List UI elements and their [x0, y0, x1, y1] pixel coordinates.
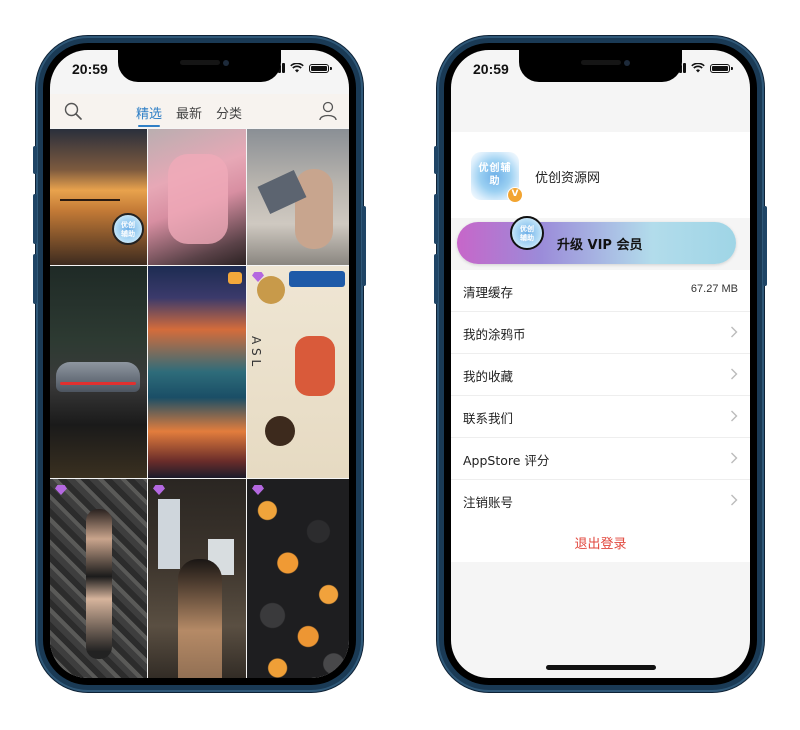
watermark-logo: 优创辅助: [510, 216, 544, 250]
menu-item-label: 我的收藏: [463, 369, 514, 384]
chevron-right-icon: [731, 494, 738, 506]
upgrade-vip-button[interactable]: 优创辅助 升级 VIP 会员: [457, 216, 736, 264]
status-time: 20:59: [72, 61, 108, 77]
tail-light: [60, 382, 136, 385]
avatar-text: 优创辅助: [478, 163, 512, 187]
menu-item-contact-us[interactable]: 联系我们: [451, 396, 750, 438]
status-time: 20:59: [473, 61, 509, 77]
power-button: [362, 206, 366, 286]
avatar: 优创辅助 V: [471, 152, 523, 203]
home-indicator: [546, 665, 656, 670]
battery-icon: [309, 63, 332, 73]
window-shape: [158, 499, 180, 569]
car-shape: [56, 362, 140, 392]
wallpaper-tile-pink-hoodie-girl[interactable]: [148, 129, 246, 265]
vip-v-badge: V: [507, 187, 523, 203]
straw-hat-shape: [257, 276, 285, 304]
chevron-right-icon: [731, 452, 738, 464]
right-phone-frame: 20:59 优创辅助 V 优创资源网 优创辅助 升级 VIP 会员 清理缓存 6…: [434, 36, 767, 692]
menu-item-label: 我的涂鸦币: [463, 327, 526, 342]
wallpaper-tile-sports-car-night[interactable]: [50, 266, 147, 478]
notch: [519, 50, 682, 82]
character-head-shape: [265, 416, 295, 446]
gem-badge-icon: [252, 485, 264, 495]
volume-up-button: [33, 194, 37, 244]
battery-icon: [710, 63, 733, 73]
wifi-icon: [691, 63, 705, 73]
menu-item-clear-cache[interactable]: 清理缓存 67.27 MB: [451, 270, 750, 312]
chevron-right-icon: [731, 368, 738, 380]
horizon-line: [60, 199, 120, 201]
menu-item-favorites[interactable]: 我的收藏: [451, 354, 750, 396]
figure-shape: [86, 509, 112, 659]
site-name: 优创资源网: [535, 171, 601, 186]
left-phone-frame: 20:59 精选 最新 分类 优创辅助 A S L: [33, 36, 366, 692]
search-icon[interactable]: [64, 102, 82, 120]
crown-badge-icon: [228, 272, 242, 284]
tab-categories[interactable]: 分类: [216, 103, 242, 122]
wallpaper-grid: 优创辅助 A S L: [50, 129, 349, 678]
wallpaper-tile-sunset-lake[interactable]: 优创辅助: [50, 129, 147, 265]
wifi-icon: [290, 63, 304, 73]
menu-item-delete-account[interactable]: 注销账号: [451, 480, 750, 521]
tab-bar: 精选 最新 分类: [136, 103, 242, 127]
one-piece-logo: [289, 271, 345, 287]
top-navigation: 精选 最新 分类: [50, 94, 349, 128]
logout-button[interactable]: 退出登录: [451, 520, 750, 562]
wallpaper-tile-cosmic-clouds[interactable]: [148, 266, 246, 478]
right-screen: 20:59 优创辅助 V 优创资源网 优创辅助 升级 VIP 会员 清理缓存 6…: [451, 50, 750, 678]
gem-badge-icon: [153, 485, 165, 495]
gem-badge-icon: [55, 485, 67, 495]
tab-latest[interactable]: 最新: [176, 103, 202, 122]
mute-switch: [33, 146, 37, 174]
wallpaper-tile-one-piece-luffy[interactable]: A S L: [247, 266, 349, 478]
watermark-text: 优创辅助: [520, 225, 534, 242]
left-screen: 20:59 精选 最新 分类 优创辅助 A S L: [50, 50, 349, 678]
cache-size-value: 67.27 MB: [690, 283, 738, 295]
mute-switch: [434, 146, 438, 174]
menu-item-appstore-rating[interactable]: AppStore 评分: [451, 438, 750, 480]
chevron-right-icon: [731, 326, 738, 338]
figure-shape: [178, 559, 222, 678]
menu-item-label: 联系我们: [463, 411, 514, 426]
wallpaper-tile-orange-stones[interactable]: [247, 479, 349, 678]
vertical-asl-text: A S L: [249, 336, 263, 367]
menu-item-label: AppStore 评分: [463, 453, 550, 468]
wallpaper-tile-girl-tools-floor[interactable]: [50, 479, 147, 678]
watermark-text: 优创辅助: [121, 221, 135, 238]
notch: [118, 50, 281, 82]
chevron-right-icon: [731, 410, 738, 422]
power-button: [763, 206, 767, 286]
menu-item-graffiti-coins[interactable]: 我的涂鸦币: [451, 312, 750, 354]
tab-featured[interactable]: 精选: [136, 103, 162, 127]
figure-shape: [295, 169, 333, 249]
profile-card[interactable]: 优创辅助 V 优创资源网: [451, 132, 750, 218]
character-shape: [295, 336, 335, 396]
volume-down-button: [434, 254, 438, 304]
hoodie-shape: [168, 154, 228, 244]
volume-down-button: [33, 254, 37, 304]
wallpaper-tile-woman-with-jacket[interactable]: [247, 129, 349, 265]
watermark-logo: 优创辅助: [112, 213, 144, 245]
logout-label: 退出登录: [574, 537, 627, 552]
menu-item-label: 注销账号: [463, 495, 514, 510]
settings-menu: 清理缓存 67.27 MB 我的涂鸦币 我的收藏 联系我们 AppStore 评…: [451, 270, 750, 521]
wallpaper-tile-woman-doorway[interactable]: [148, 479, 246, 678]
user-icon[interactable]: [319, 101, 337, 121]
menu-item-label: 清理缓存: [463, 285, 514, 300]
upgrade-vip-label: 升级 VIP 会员: [557, 238, 643, 253]
volume-up-button: [434, 194, 438, 244]
